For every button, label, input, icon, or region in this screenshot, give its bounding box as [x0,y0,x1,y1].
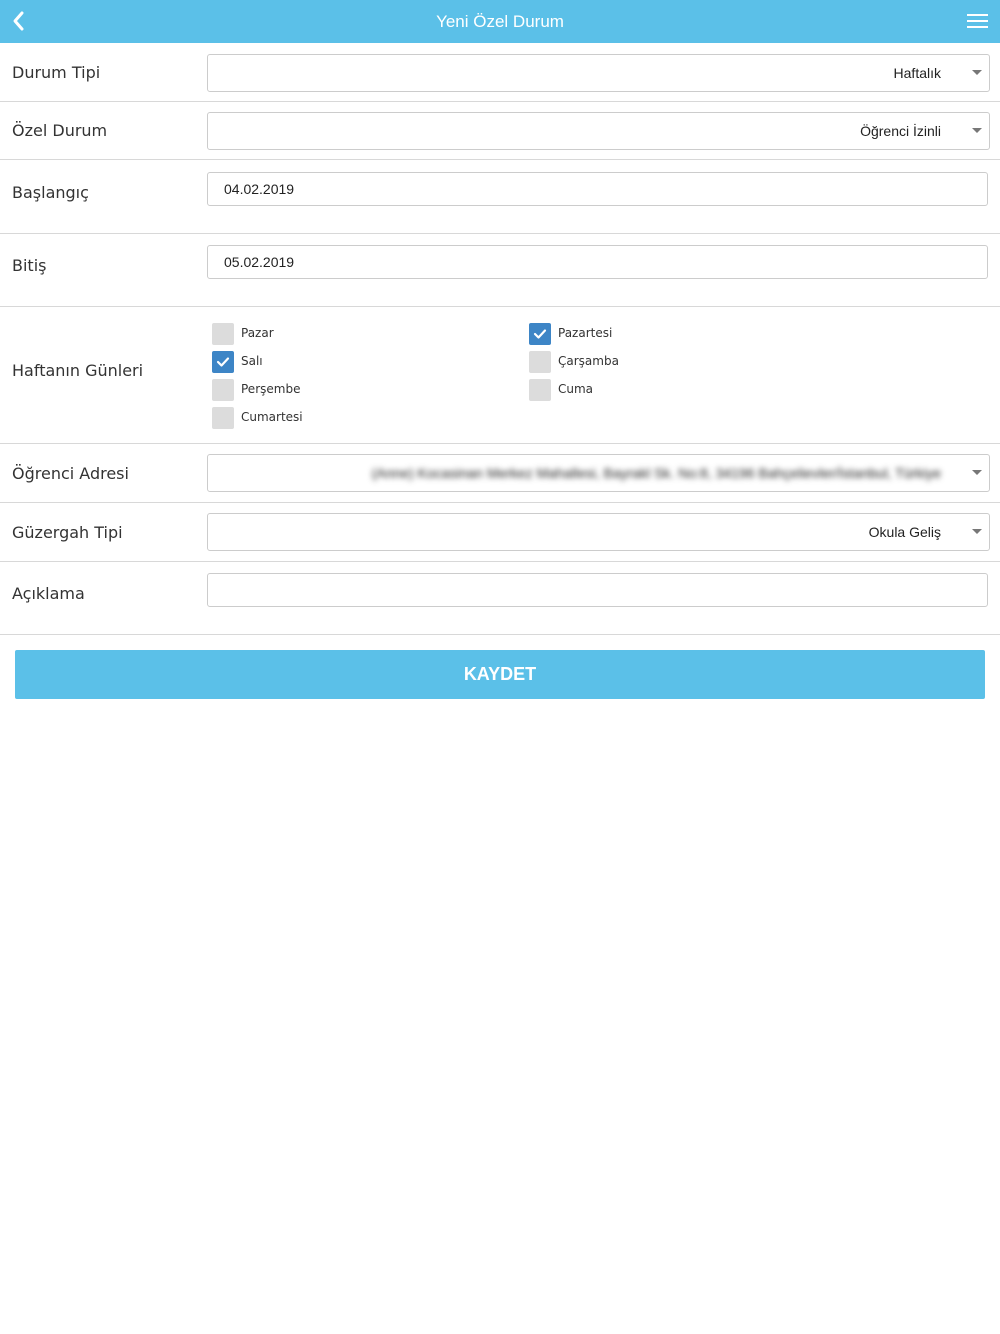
ogrenci-adresi-value: (Anne) Kocasinan Merkez Mahallesi, Bayra… [371,465,941,481]
checkbox-cuma[interactable] [529,379,551,401]
bitis-label: Bitiş [12,256,47,275]
durum-tipi-label: Durum Tipi [12,63,101,82]
form-row-haftanin-gunleri: Haftanın Günleri Pazar Pazartesi Salı Ça… [0,307,1000,444]
checkbox-label-pazartesi: Pazartesi [558,326,613,340]
ozel-durum-label: Özel Durum [12,121,108,140]
page-title: Yeni Özel Durum [436,12,564,31]
form-row-ogrenci-adresi: Öğrenci Adresi (Anne) Kocasinan Merkez M… [0,444,1000,503]
form-row-durum-tipi: Durum Tipi Haftalık [0,43,1000,102]
aciklama-label: Açıklama [12,584,85,603]
guzergah-tipi-select[interactable]: Okula Geliş [207,513,990,551]
form-row-bitis: Bitiş 05.02.2019 [0,234,1000,307]
checkbox-persembe[interactable] [212,379,234,401]
bitis-date-input[interactable]: 05.02.2019 [207,245,988,279]
haftanin-gunleri-label: Haftanın Günleri [12,361,144,380]
checkbox-cumartesi[interactable] [212,407,234,429]
checkbox-carsamba[interactable] [529,351,551,373]
durum-tipi-select[interactable]: Haftalık [207,54,990,92]
save-button[interactable]: KAYDET [15,650,985,699]
form-row-ozel-durum: Özel Durum Öğrenci İzinli [0,102,1000,160]
form-row-aciklama: Açıklama [0,562,1000,635]
checkbox-label-cumartesi: Cumartesi [241,410,303,424]
aciklama-input[interactable] [207,573,988,607]
caret-down-icon [972,529,982,534]
durum-tipi-value: Haftalık [893,65,941,81]
hamburger-menu-icon[interactable] [964,8,992,36]
guzergah-tipi-value: Okula Geliş [868,524,941,540]
caret-down-icon [972,470,982,475]
baslangic-date-input[interactable]: 04.02.2019 [207,172,988,206]
ogrenci-adresi-select[interactable]: (Anne) Kocasinan Merkez Mahallesi, Bayra… [207,454,990,492]
checkmark-icon [533,329,547,339]
checkbox-label-sali: Salı [241,354,263,368]
checkbox-pazar[interactable] [212,323,234,345]
checkbox-pazartesi[interactable] [529,323,551,345]
form-row-baslangic: Başlangıç 04.02.2019 [0,160,1000,234]
checkmark-icon [216,357,230,367]
ozel-durum-value: Öğrenci İzinli [860,123,941,139]
checkbox-label-cuma: Cuma [558,382,594,396]
caret-down-icon [972,128,982,133]
guzergah-tipi-label: Güzergah Tipi [12,523,123,542]
checkbox-sali[interactable] [212,351,234,373]
baslangic-label: Başlangıç [12,183,89,202]
checkbox-label-persembe: Perşembe [241,382,301,396]
form-row-guzergah-tipi: Güzergah Tipi Okula Geliş [0,503,1000,562]
top-bar: Yeni Özel Durum [0,0,1000,43]
ozel-durum-select[interactable]: Öğrenci İzinli [207,112,990,150]
checkbox-label-carsamba: Çarşamba [558,354,619,368]
checkbox-label-pazar: Pazar [241,326,274,340]
caret-down-icon [972,70,982,75]
ogrenci-adresi-label: Öğrenci Adresi [12,464,129,483]
